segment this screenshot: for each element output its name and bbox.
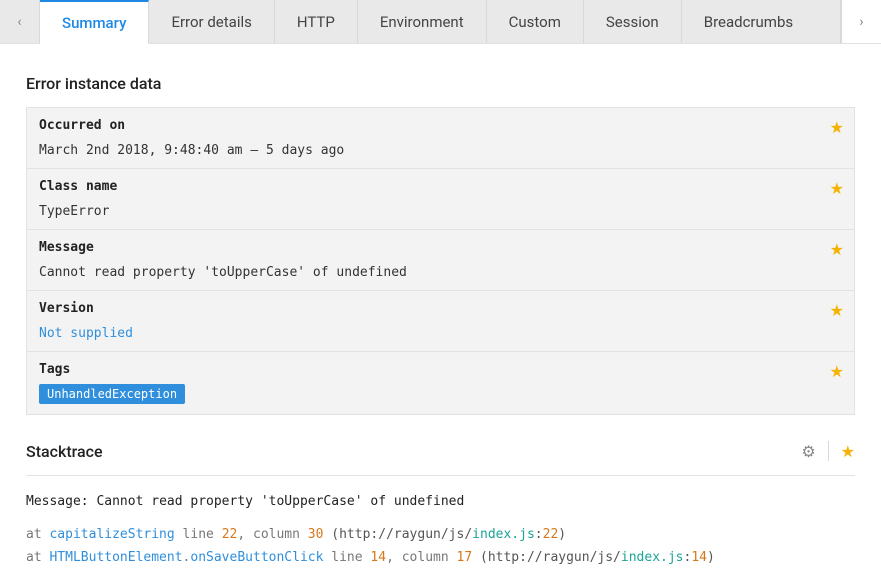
stack-line-kw: line	[331, 550, 362, 565]
tab-summary[interactable]: Summary	[40, 0, 149, 44]
gear-icon[interactable]: ⚙	[801, 442, 815, 461]
row-value: March 2nd 2018, 9:48:40 am – 5 days ago	[39, 143, 344, 158]
stack-lparen: (	[331, 527, 339, 542]
row-label: Occurred on	[39, 118, 814, 133]
row-label: Version	[39, 301, 814, 316]
star-icon[interactable]: ★	[841, 442, 855, 461]
stacktrace-message-value: Cannot read property 'toUpperCase' of un…	[96, 494, 464, 509]
tabs-scroll-right-button[interactable]: ›	[841, 0, 881, 43]
stack-class[interactable]: HTMLButtonElement	[49, 550, 182, 565]
page: ‹ Summary Error details HTTP Environment…	[0, 0, 881, 587]
tab-label: Custom	[509, 13, 561, 31]
stack-function[interactable]: capitalizeString	[49, 527, 174, 542]
tag-badge[interactable]: UnhandledException	[39, 384, 185, 404]
tab-session[interactable]: Session	[584, 0, 682, 43]
section-title-error-instance-data: Error instance data	[26, 74, 855, 93]
tab-label: Breadcrumbs	[704, 13, 793, 31]
stack-line-kw: line	[183, 527, 214, 542]
tabs-scroll-left-button[interactable]: ‹	[0, 0, 40, 43]
tab-label: Error details	[171, 13, 251, 31]
stack-col-kw: column	[253, 527, 300, 542]
chevron-right-icon: ›	[859, 14, 863, 30]
stacktrace-controls: ⚙ ★	[801, 441, 855, 461]
stack-file[interactable]: index.js	[472, 527, 535, 542]
divider	[26, 475, 855, 476]
tab-label: Summary	[62, 14, 126, 32]
star-icon[interactable]: ★	[830, 240, 844, 259]
stack-col-num: 30	[308, 527, 324, 542]
stack-at: at	[26, 527, 42, 542]
tab-bar: ‹ Summary Error details HTTP Environment…	[0, 0, 881, 44]
stack-url: http://raygun/js/	[488, 550, 621, 565]
row-occurred-on: Occurred on March 2nd 2018, 9:48:40 am –…	[27, 108, 854, 169]
tab-label: HTTP	[297, 13, 335, 31]
divider	[828, 441, 829, 461]
star-icon[interactable]: ★	[830, 362, 844, 381]
stack-file[interactable]: index.js	[621, 550, 684, 565]
tab-error-details[interactable]: Error details	[149, 0, 274, 43]
row-tags: Tags UnhandledException ★	[27, 352, 854, 414]
chevron-left-icon: ‹	[17, 14, 21, 30]
row-message: Message Cannot read property 'toUpperCas…	[27, 230, 854, 291]
star-icon[interactable]: ★	[830, 301, 844, 320]
stack-comma: ,	[237, 527, 245, 542]
error-instance-rows: Occurred on March 2nd 2018, 9:48:40 am –…	[26, 107, 855, 415]
stack-line-num: 14	[370, 550, 386, 565]
tab-label: Session	[606, 13, 659, 31]
row-label: Class name	[39, 179, 814, 194]
stack-line-num: 22	[222, 527, 238, 542]
stack-comma: ,	[386, 550, 394, 565]
content: Error instance data Occurred on March 2n…	[0, 44, 881, 565]
row-value-link[interactable]: Not supplied	[39, 326, 133, 341]
stack-frame: at HTMLButtonElement.onSaveButtonClick l…	[26, 550, 855, 565]
stack-sep: :	[535, 527, 543, 542]
stack-rparen: )	[558, 527, 566, 542]
tab-http[interactable]: HTTP	[275, 0, 358, 43]
stack-filenum: 14	[691, 550, 707, 565]
row-version: Version Not supplied ★	[27, 291, 854, 352]
stack-function[interactable]: onSaveButtonClick	[190, 550, 323, 565]
tab-label: Environment	[380, 13, 464, 31]
stack-at: at	[26, 550, 42, 565]
row-label: Tags	[39, 362, 814, 377]
stack-rparen: )	[707, 550, 715, 565]
tab-breadcrumbs[interactable]: Breadcrumbs	[682, 0, 841, 43]
star-icon[interactable]: ★	[830, 179, 844, 198]
stack-frame: at capitalizeString line 22, column 30 (…	[26, 527, 855, 542]
stacktrace-message: Message: Cannot read property 'toUpperCa…	[26, 494, 855, 509]
row-value: TypeError	[39, 204, 109, 219]
stack-col-num: 17	[457, 550, 473, 565]
stack-lparen: (	[480, 550, 488, 565]
star-icon[interactable]: ★	[830, 118, 844, 137]
tab-environment[interactable]: Environment	[358, 0, 487, 43]
row-class-name: Class name TypeError ★	[27, 169, 854, 230]
stack-col-kw: column	[402, 550, 449, 565]
stack-filenum: 22	[543, 527, 559, 542]
stacktrace-message-label: Message:	[26, 494, 89, 509]
row-label: Message	[39, 240, 814, 255]
stacktrace-header: Stacktrace ⚙ ★	[26, 441, 855, 461]
section-title-stacktrace: Stacktrace	[26, 442, 801, 461]
row-value: Cannot read property 'toUpperCase' of un…	[39, 265, 407, 280]
tab-custom[interactable]: Custom	[487, 0, 584, 43]
stack-url: http://raygun/js/	[339, 527, 472, 542]
